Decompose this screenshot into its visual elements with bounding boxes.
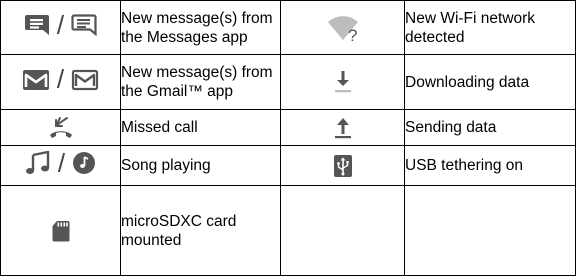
icon-cell: /: [0, 0, 121, 55]
icon-cell: [0, 185, 121, 276]
svg-text:?: ?: [348, 26, 357, 42]
separator: /: [56, 64, 65, 94]
wifi-question-icon: ?: [326, 14, 360, 42]
music-disc-icon: [72, 151, 96, 175]
icon-cell: /: [0, 145, 121, 186]
messages-outline-icon: [71, 14, 97, 36]
icon-cell-empty: [280, 185, 405, 276]
legend-description: New message(s) from the Messages app: [120, 0, 281, 55]
legend-description: Sending data: [404, 109, 576, 146]
legend-row: / New message(s) from the Messages app ?: [0, 0, 576, 55]
legend-description-empty: [404, 185, 576, 276]
legend-description: Missed call: [120, 109, 281, 146]
download-icon: [333, 70, 353, 94]
icon-cell: [280, 109, 405, 146]
upload-icon: [333, 116, 353, 140]
legend-description: New message(s) from the Gmail™ app: [120, 54, 281, 110]
icon-cell: [280, 54, 405, 110]
icon-cell: [0, 109, 121, 146]
legend-description: USB tethering on: [404, 145, 576, 186]
icon-cell: ?: [280, 0, 405, 55]
separator: /: [57, 147, 66, 178]
legend-description: New Wi-Fi network detected: [404, 0, 576, 55]
legend-row: / New message(s) from the Gmail™ app Dow…: [0, 54, 576, 110]
legend-description: Downloading data: [404, 54, 576, 110]
icon-cell: [280, 145, 405, 186]
messages-icon: [24, 14, 50, 36]
legend-description: microSDXC card mounted: [120, 185, 281, 276]
usb-tether-icon: [333, 154, 352, 177]
status-icon-legend-table: / New message(s) from the Messages app ?: [0, 0, 576, 276]
icon-cell: /: [0, 54, 121, 110]
sd-card-icon: [52, 220, 70, 242]
gmail-outline-icon: [71, 69, 99, 91]
music-note-icon: [25, 151, 51, 175]
legend-description: Song playing: [120, 145, 281, 186]
separator: /: [56, 9, 65, 40]
legend-row: microSDXC card mounted: [0, 185, 576, 276]
legend-row: Missed call Sending data: [0, 109, 576, 146]
missed-call-icon: [48, 116, 74, 140]
gmail-icon: [22, 69, 50, 91]
legend-row: / Song playing USB tethering on: [0, 145, 576, 186]
